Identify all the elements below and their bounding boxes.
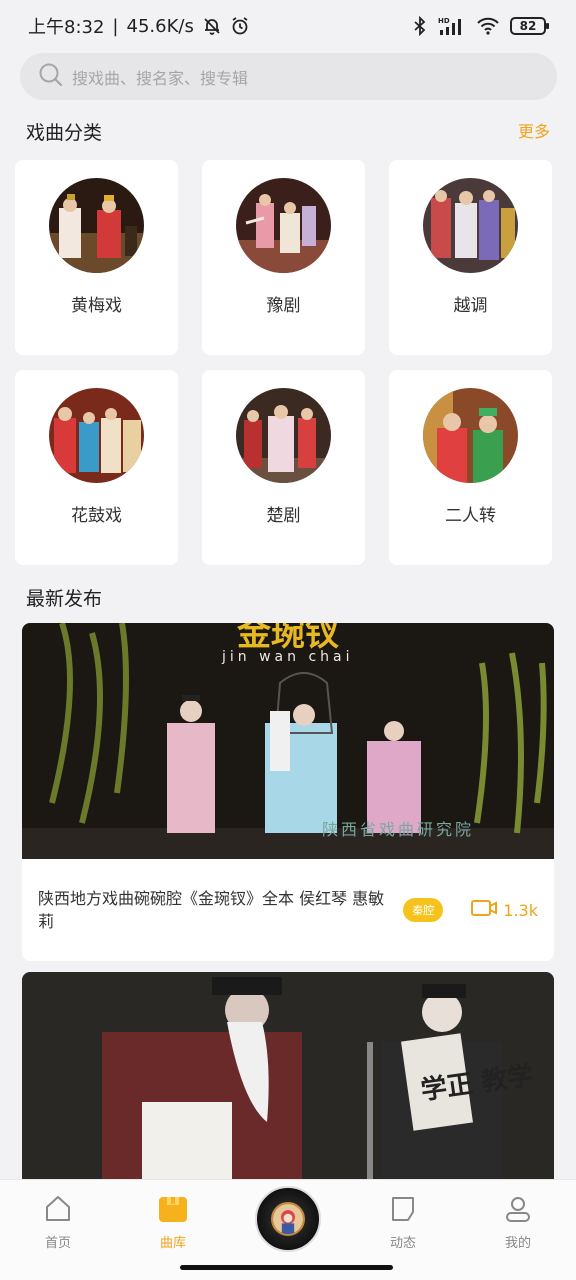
banner-watermark: 陕西省戏曲研究院 xyxy=(322,820,474,839)
category-card-errenzhuan[interactable]: 二人转 xyxy=(389,370,552,565)
nav-home-label: 首页 xyxy=(44,1236,71,1251)
category-avatar-image xyxy=(236,388,331,483)
status-separator: | xyxy=(112,15,119,37)
category-card-huangmeixi[interactable]: 黄梅戏 xyxy=(15,160,178,355)
video-info: 陕西地方戏曲碗碗腔《金琬钗》全本 侯红琴 惠敏莉 秦腔 1.3k xyxy=(22,859,554,961)
nav-home[interactable]: 首页 xyxy=(18,1194,98,1251)
bluetooth-icon xyxy=(412,16,428,36)
category-label: 二人转 xyxy=(445,506,496,526)
hd-label: HD xyxy=(438,17,450,25)
video-thumbnail: 学正 教学 xyxy=(22,972,554,1182)
search-placeholder: 搜戏曲、搜名家、搜专辑 xyxy=(72,68,249,88)
wifi-icon xyxy=(476,16,500,36)
signal-icon: HD xyxy=(438,16,466,36)
profile-icon xyxy=(503,1194,533,1228)
category-avatar-image xyxy=(423,178,518,273)
folder-icon xyxy=(158,1194,188,1228)
status-network-speed: 45.6K/s xyxy=(126,15,194,37)
category-card-huaguxi[interactable]: 花鼓戏 xyxy=(15,370,178,565)
video-card[interactable]: 学正 教学 xyxy=(22,972,554,1182)
category-avatar-image xyxy=(49,178,144,273)
status-right: HD 82 xyxy=(412,16,549,36)
now-playing-disc[interactable] xyxy=(255,1186,321,1252)
view-count: 1.3k xyxy=(471,898,538,922)
home-icon xyxy=(43,1194,73,1228)
activity-icon xyxy=(388,1194,418,1228)
category-avatar-image xyxy=(423,388,518,483)
more-link[interactable]: 更多 xyxy=(518,118,550,142)
search-bar[interactable]: 搜戏曲、搜名家、搜专辑 xyxy=(20,53,557,100)
category-label: 豫剧 xyxy=(266,296,301,316)
category-section-title: 戏曲分类 xyxy=(26,122,103,144)
search-icon xyxy=(38,62,64,92)
alarm-icon xyxy=(230,16,250,36)
nav-library-label: 曲库 xyxy=(159,1236,186,1251)
bell-muted-icon xyxy=(202,16,222,36)
battery-indicator: 82 xyxy=(510,17,549,35)
nav-activity[interactable]: 动态 xyxy=(363,1194,443,1251)
now-playing-cover xyxy=(271,1202,305,1236)
status-bar: 上午8:32 | 45.6K/s HD 82 xyxy=(0,0,576,52)
category-label: 楚剧 xyxy=(266,506,301,526)
nav-library[interactable]: 曲库 xyxy=(133,1194,213,1251)
status-time: 上午8:32 xyxy=(28,17,105,38)
nav-profile[interactable]: 我的 xyxy=(478,1194,558,1251)
category-avatar-image xyxy=(236,178,331,273)
status-left: 上午8:32 | 45.6K/s xyxy=(28,13,250,39)
view-count-value: 1.3k xyxy=(503,900,538,920)
banner-pinyin: jin wan chai xyxy=(221,649,354,665)
category-label: 黄梅戏 xyxy=(71,296,122,316)
genre-tag: 秦腔 xyxy=(403,898,444,922)
category-label: 花鼓戏 xyxy=(71,506,122,526)
video-camera-icon xyxy=(471,898,498,922)
nav-profile-label: 我的 xyxy=(504,1236,531,1251)
latest-section-title: 最新发布 xyxy=(26,588,103,610)
home-indicator[interactable] xyxy=(180,1265,393,1270)
category-grid: 黄梅戏 豫剧 越调 花鼓戏 楚剧 二人转 xyxy=(15,160,552,565)
video-title[interactable]: 陕西地方戏曲碗碗腔《金琬钗》全本 侯红琴 惠敏莉 xyxy=(38,887,393,933)
category-avatar-image xyxy=(49,388,144,483)
video-thumbnail: 金琬钗 jin wan chai 陕西省戏曲研究院 xyxy=(22,623,554,859)
category-card-chuju[interactable]: 楚剧 xyxy=(202,370,365,565)
category-label: 越调 xyxy=(453,296,488,316)
category-card-yuediao[interactable]: 越调 xyxy=(389,160,552,355)
nav-activity-label: 动态 xyxy=(389,1236,416,1251)
video-card[interactable]: 金琬钗 jin wan chai 陕西省戏曲研究院 陕西地方戏曲碗碗腔《金琬钗》… xyxy=(22,623,554,961)
category-card-yuju[interactable]: 豫剧 xyxy=(202,160,365,355)
